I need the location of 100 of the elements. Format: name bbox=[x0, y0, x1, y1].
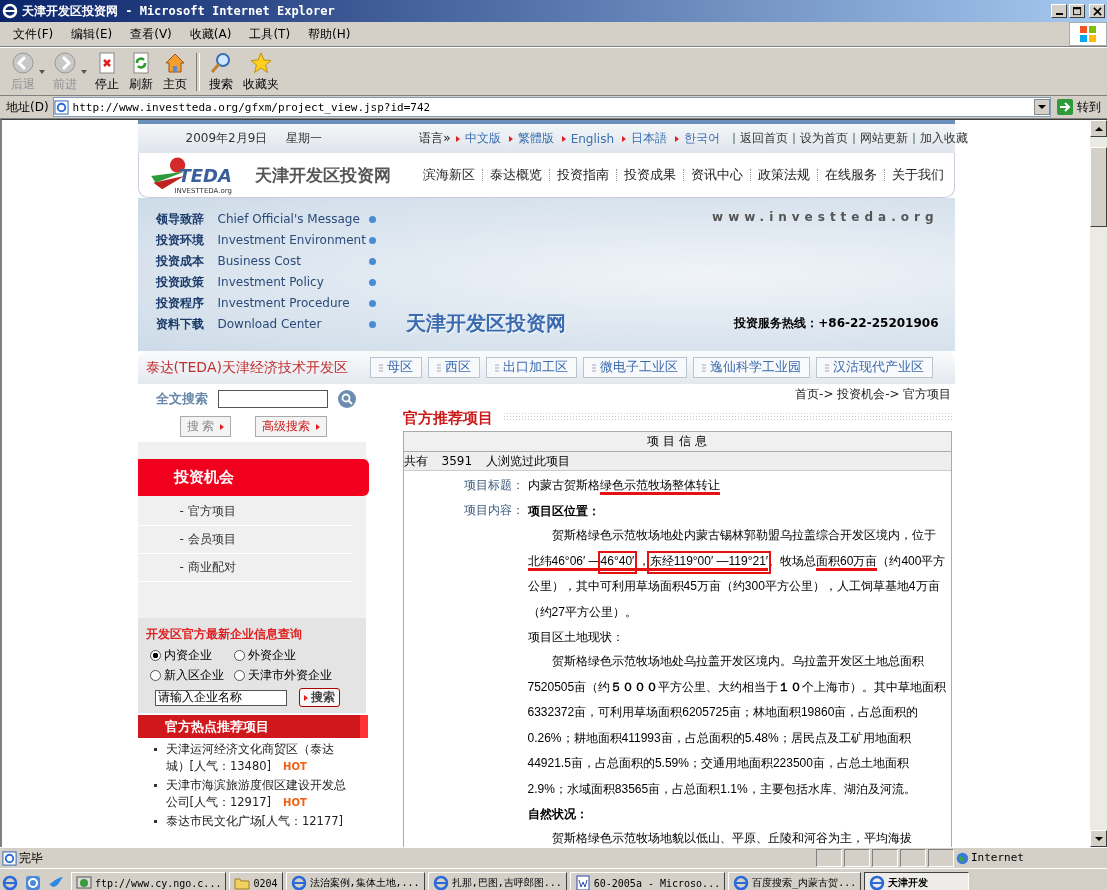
banner-menu-link[interactable]: Investment Policy bbox=[217, 275, 369, 289]
address-field[interactable]: http://www.investteda.org/gfxm/project_view.jsp?id=742 bbox=[52, 97, 1051, 117]
banner-menu-link[interactable]: 资料下载 bbox=[155, 315, 218, 333]
banner-menu-link[interactable]: 投资程序 bbox=[155, 294, 218, 312]
hot-project-link[interactable]: 天津市海滨旅游度假区建设开发总公司[人气：12917] HOT bbox=[165, 777, 354, 811]
sidebar-item[interactable]: - 官方项目 bbox=[137, 498, 352, 526]
go-button[interactable]: 转到 bbox=[1055, 98, 1103, 116]
language-link[interactable]: 日本語 bbox=[631, 130, 667, 147]
taskbar-button[interactable]: 0204 bbox=[229, 872, 283, 890]
toolbar-button[interactable]: 刷新 bbox=[124, 48, 158, 95]
grip-icon bbox=[824, 363, 829, 372]
query-search-button[interactable]: 搜索 bbox=[298, 688, 340, 707]
arrow-icon bbox=[316, 423, 321, 430]
globe-icon bbox=[956, 851, 969, 865]
zone-link[interactable]: 出口加工区 bbox=[485, 357, 577, 378]
taskbar-button[interactable]: 法治案例,集体土地,... bbox=[285, 872, 425, 890]
taskbar-button[interactable]: ftp://www.cy.ngo.c... bbox=[71, 872, 227, 890]
close-button[interactable] bbox=[1089, 4, 1105, 18]
top-link[interactable]: 设为首页 bbox=[800, 130, 848, 147]
language-link[interactable]: 中文版 bbox=[464, 130, 501, 147]
zone-link[interactable]: 微电子工业区 bbox=[582, 357, 687, 378]
company-name-field[interactable]: 请输入企业名称 bbox=[154, 689, 287, 706]
banner-menu-link[interactable]: 投资政策 bbox=[155, 273, 218, 291]
taskbar-button[interactable]: 百度搜索_内蒙古贺... bbox=[728, 872, 862, 890]
browser-icon bbox=[2, 3, 18, 19]
dropdown-button[interactable] bbox=[1034, 99, 1050, 115]
top-link[interactable]: 返回首页 bbox=[740, 130, 788, 147]
language-link[interactable]: English bbox=[570, 131, 614, 146]
radio-button[interactable] bbox=[149, 670, 161, 681]
zone-link[interactable]: 汉沽现代产业区 bbox=[815, 357, 933, 378]
hot-project-link[interactable]: 泰达市民文化广场[人气：12177] bbox=[165, 813, 354, 830]
banner-menu-link[interactable]: 投资环境 bbox=[155, 231, 218, 249]
toolbar-button[interactable]: 搜索 bbox=[204, 48, 238, 95]
banner-menu-link[interactable]: Download Center bbox=[217, 317, 369, 331]
radio-button[interactable] bbox=[233, 670, 245, 681]
browser-icon bbox=[869, 875, 886, 890]
browser-icon[interactable] bbox=[2, 875, 18, 890]
search-button[interactable]: 高级搜索 bbox=[255, 416, 328, 437]
menu-item[interactable]: 编辑(E) bbox=[64, 23, 120, 45]
zone-title: 泰达(TEDA)天津经济技术开发区 bbox=[145, 358, 348, 377]
taskbar-button[interactable]: 60-2005a - Microso... bbox=[569, 872, 726, 890]
banner-menu-link[interactable]: Investment Procedure bbox=[217, 296, 369, 310]
menu-item[interactable]: 工具(T) bbox=[242, 23, 298, 45]
radio-label[interactable]: 外资企业 bbox=[247, 647, 296, 664]
radio-label[interactable]: 天津市外资企业 bbox=[247, 667, 332, 684]
menu-item[interactable]: 帮助(H) bbox=[301, 23, 358, 45]
banner-menu-link[interactable]: Business Cost bbox=[217, 254, 369, 268]
top-link[interactable]: 加入收藏 bbox=[920, 130, 968, 147]
grip-icon bbox=[591, 363, 596, 372]
top-link[interactable]: 网站更新 bbox=[860, 130, 908, 147]
nav-link[interactable]: 关于我们 bbox=[891, 166, 944, 184]
toolbar-button[interactable]: 停止 bbox=[90, 48, 124, 95]
nav-link[interactable]: 泰达概览 bbox=[489, 166, 542, 184]
sidebar-item[interactable]: - 会员项目 bbox=[137, 526, 352, 554]
maximize-button[interactable] bbox=[1069, 4, 1085, 18]
menu-item[interactable]: 文件(F) bbox=[6, 23, 61, 45]
nav-link[interactable]: 政策法规 bbox=[757, 166, 810, 184]
radio-label[interactable]: 内资企业 bbox=[163, 647, 212, 664]
zone-link[interactable]: 西区 bbox=[427, 357, 480, 378]
arrow-icon bbox=[220, 423, 225, 430]
nav-link[interactable]: 滨海新区 bbox=[422, 166, 475, 184]
radio-button[interactable] bbox=[149, 650, 161, 661]
taskbar-button[interactable]: 天津开发 bbox=[864, 872, 970, 890]
menu-item[interactable]: 查看(V) bbox=[123, 23, 179, 45]
banner-title: 天津开发区投资网 bbox=[405, 310, 566, 337]
nav-link[interactable]: 资讯中心 bbox=[690, 166, 743, 184]
minimize-button[interactable] bbox=[1051, 4, 1067, 18]
menu-item[interactable]: 收藏(A) bbox=[182, 23, 239, 45]
zone-link[interactable]: 逸仙科学工业园 bbox=[692, 357, 810, 378]
query-title: 开发区官方最新企业信息查询 bbox=[145, 626, 303, 643]
scrollbar[interactable] bbox=[1090, 120, 1107, 847]
search-field[interactable] bbox=[217, 390, 328, 408]
up-arrow-icon bbox=[1094, 126, 1103, 131]
language-link[interactable]: 한국어 bbox=[684, 130, 720, 147]
search-label: 全文搜索 bbox=[155, 390, 208, 408]
arrow-icon bbox=[508, 135, 513, 142]
scroll-thumb[interactable] bbox=[1090, 147, 1107, 227]
toolbar-button[interactable]: 主页 bbox=[158, 48, 192, 95]
zone-link[interactable]: 母区 bbox=[369, 357, 422, 378]
language-link[interactable]: 繁體版 bbox=[517, 130, 554, 147]
caret-icon[interactable] bbox=[81, 69, 87, 74]
taskbar-button[interactable]: 扎那,巴图,吉呼郎图... bbox=[427, 872, 567, 890]
nav-link[interactable]: 在线服务 bbox=[824, 166, 877, 184]
banner-menu-link[interactable]: Investment Environment bbox=[217, 233, 369, 247]
nav-link[interactable]: 投资指南 bbox=[556, 166, 609, 184]
toolbar-button[interactable]: 收藏夹 bbox=[238, 48, 284, 95]
caret-icon[interactable] bbox=[39, 69, 45, 74]
radio-button[interactable] bbox=[233, 650, 245, 661]
sidebar-item[interactable]: - 商业配对 bbox=[137, 554, 352, 582]
banner-menu-link[interactable]: 领导致辞 bbox=[155, 210, 218, 228]
language-label: 语言» bbox=[419, 130, 451, 147]
banner-menu-link[interactable]: Chief Official's Message bbox=[217, 212, 369, 226]
caret-icon bbox=[1038, 103, 1046, 111]
browser-icon[interactable] bbox=[25, 875, 41, 890]
search-icon[interactable] bbox=[337, 390, 356, 408]
content-paragraph: 贺斯格绿色示范牧场地处乌拉盖开发区境内。乌拉盖开发区土地总面积7520505亩（约５０００平方公里、大约相当于１０个上海市）。其中草地面积6332372亩，可利用草场面积6205725亩；林地面积19860亩，占总面积的0.26%；耕地面积411993亩，占总面积的5.48%；居民点及工矿用地面积44921.5亩，占总面积的5.59%；交通用地面积223500亩，占总土地面积2.9%；水域面积83565亩，占总面积1.1%，主要包括水库、湖泊及河流。 bbox=[527, 653, 947, 798]
radio-label[interactable]: 新入区企业 bbox=[163, 667, 224, 684]
banner-menu-link[interactable]: 投资成本 bbox=[155, 252, 218, 270]
hot-project-link[interactable]: 天津运河经济文化商贸区（泰达城）[人气：13480] HOT bbox=[165, 741, 354, 775]
nav-link[interactable]: 投资成果 bbox=[623, 166, 676, 184]
